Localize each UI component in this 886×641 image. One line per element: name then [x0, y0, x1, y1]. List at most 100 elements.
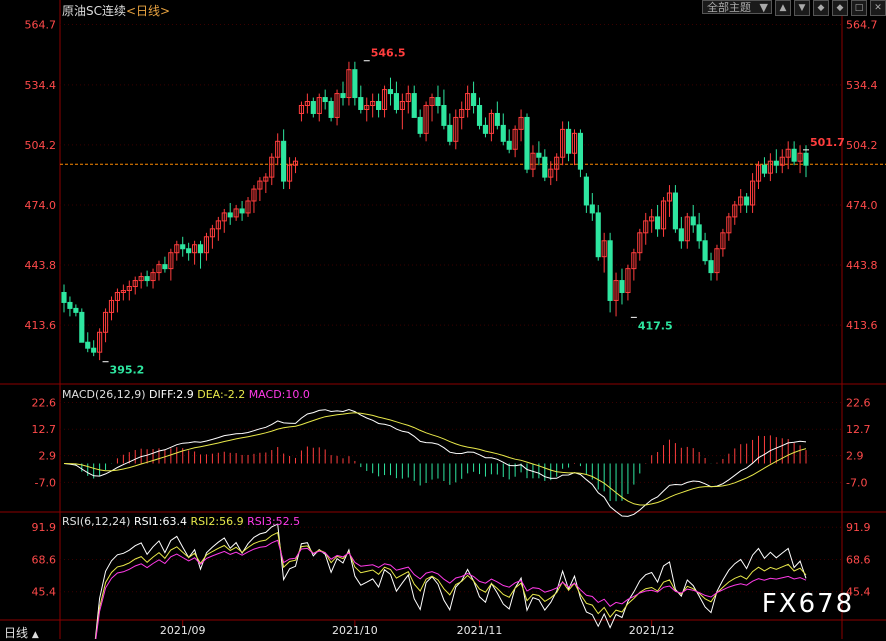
candle-body: [803, 152, 809, 166]
x-tick-label: 2021/09: [160, 624, 206, 637]
macd-tick-label: -7.0: [846, 476, 867, 489]
theme-select-label: 全部主题: [707, 1, 751, 14]
rsi-tick-label: 45.4: [32, 586, 57, 599]
macd-tick-label: -7.0: [35, 476, 56, 489]
candle-body: [678, 228, 684, 242]
macd-tick-label: 2.9: [846, 450, 864, 463]
legend-entry: RSI3:52.5: [247, 515, 300, 528]
candle-body: [417, 116, 423, 134]
macd-tick-label: 22.6: [32, 397, 57, 410]
rsi-panel: [94, 523, 807, 639]
legend-title: MACD(26,12,9): [62, 388, 149, 401]
chart-toolbar: 全部主题 ▼ ▲ ▼ ◆ ◆ □ ✕: [702, 0, 886, 16]
candle-body: [476, 105, 483, 126]
legend-title: RSI(6,12,24): [62, 515, 134, 528]
candle-body: [186, 248, 192, 254]
price-tick-label: 474.0: [846, 199, 878, 212]
maximize-button[interactable]: □: [851, 0, 867, 16]
candle-body: [227, 212, 233, 218]
candle-body: [565, 128, 572, 154]
period-tab[interactable]: 日线 ▲: [4, 624, 39, 641]
macd-legend: MACD(26,12,9) DIFF:2.9 DEA:-2.2 MACD:10.…: [62, 388, 310, 401]
price-tick-label: 413.6: [846, 319, 878, 332]
grid-lines: [60, 24, 886, 593]
candle-body: [494, 112, 500, 126]
candle-body: [542, 156, 548, 178]
candle-body: [471, 93, 477, 107]
zoom-out-button[interactable]: ◆: [832, 0, 848, 16]
candle-body: [340, 93, 346, 99]
price-tick-label: 534.4: [846, 79, 878, 92]
rsi-tick-label: 91.9: [846, 521, 871, 534]
candle-body: [376, 101, 382, 110]
candle-body: [411, 93, 417, 118]
candle-body: [67, 301, 73, 309]
period-label: <日线>: [126, 4, 171, 18]
theme-select[interactable]: 全部主题 ▼: [702, 0, 772, 14]
candle-body: [773, 160, 779, 166]
candle-body: [655, 216, 661, 230]
legend-entry: RSI1:63.4: [134, 515, 191, 528]
rsi1-line: [94, 523, 807, 639]
candle-body: [162, 264, 168, 270]
scroll-up-button[interactable]: ▲: [775, 0, 791, 16]
candle-body: [180, 244, 186, 250]
candle-body: [447, 124, 453, 142]
macd-tick-label: 2.9: [39, 450, 57, 463]
rsi-tick-label: 91.9: [32, 521, 57, 534]
candle-body: [482, 124, 489, 134]
instrument-name: 原油SC连续: [62, 4, 126, 18]
candle-body: [506, 140, 512, 150]
candle-body: [744, 196, 750, 206]
macd-tick-label: 12.7: [32, 423, 57, 436]
zoom-in-button[interactable]: ◆: [813, 0, 829, 16]
rsi-legend: RSI(6,12,24) RSI1:63.4 RSI2:56.9 RSI3:52…: [62, 515, 300, 528]
legend-entry: RSI2:56.9: [191, 515, 248, 528]
candle-body: [696, 224, 702, 242]
axis-labels: 564.7 564.7 534.4 534.4 504.2 504.2 474.0 474.0…: [25, 19, 878, 637]
candle-body: [239, 208, 245, 214]
candle-body: [761, 164, 768, 174]
candle-body: [435, 97, 441, 107]
price-tick-label: 564.7: [25, 19, 57, 32]
candle-body: [197, 244, 204, 254]
legend-entry: MACD:10.0: [249, 388, 310, 401]
candle-body: [500, 124, 506, 142]
scroll-down-button[interactable]: ▼: [794, 0, 810, 16]
close-button[interactable]: ✕: [870, 0, 886, 16]
diff-line: [63, 408, 807, 517]
candle-body: [387, 89, 394, 95]
price-tick-label: 474.0: [25, 199, 57, 212]
chevron-down-icon: ▼: [759, 1, 768, 14]
candle-body: [144, 276, 150, 282]
annotation-label: 395.2: [110, 364, 145, 377]
macd-tick-label: 22.6: [846, 397, 871, 410]
period-tab-label: 日线: [4, 626, 29, 640]
candle-body: [690, 216, 696, 226]
dea-line: [63, 412, 807, 506]
candle-body: [352, 69, 358, 99]
candle-body: [577, 132, 584, 170]
candle-body: [91, 347, 97, 353]
candle-body: [589, 204, 595, 214]
chart-title: 原油SC连续<日线>: [62, 2, 170, 19]
chart-frame: [0, 0, 886, 639]
legend-entry: DIFF:2.9: [149, 388, 197, 401]
macd-tick-label: 12.7: [846, 423, 871, 436]
rsi-tick-label: 68.6: [846, 554, 871, 567]
candle-body: [61, 291, 67, 303]
rsi-tick-label: 68.6: [32, 554, 57, 567]
watermark-text: FX678: [762, 589, 854, 619]
x-tick-label: 2021/12: [629, 624, 675, 637]
candle-body: [619, 280, 625, 293]
candle-body: [79, 311, 85, 343]
price-tick-label: 504.2: [25, 139, 57, 152]
candle-body: [583, 176, 589, 206]
price-tick-label: 413.6: [25, 319, 57, 332]
price-tick-label: 504.2: [846, 139, 878, 152]
annotation-label: 501.7: [810, 136, 845, 149]
candle-body: [708, 260, 714, 274]
x-tick-label: 2021/10: [332, 624, 378, 637]
price-tick-label: 534.4: [25, 79, 57, 92]
candlestick-series: [61, 61, 809, 361]
